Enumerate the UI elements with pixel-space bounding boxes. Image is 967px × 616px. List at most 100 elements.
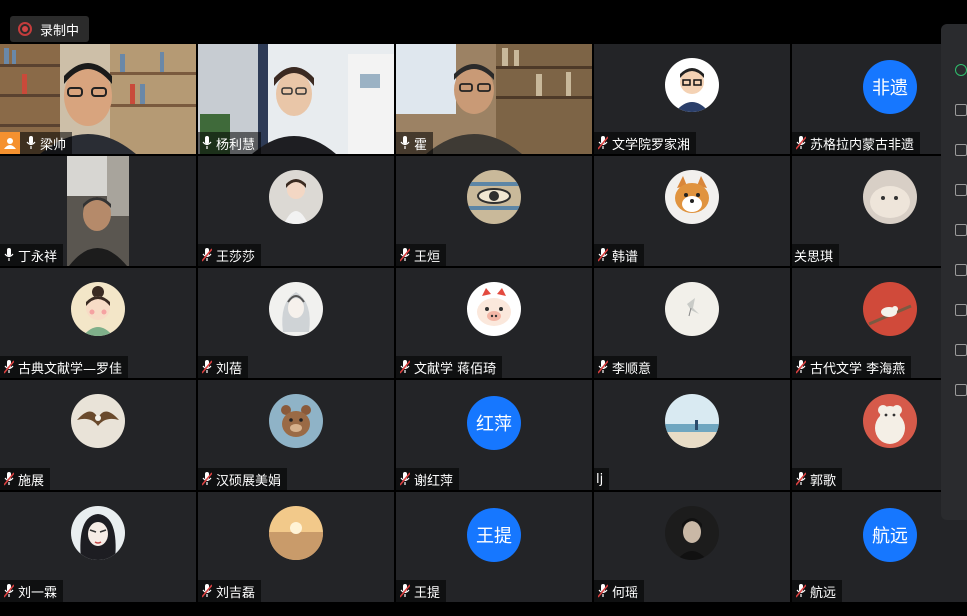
ink-portrait-avatar	[269, 282, 323, 336]
participant-name: 郭歌	[810, 473, 837, 489]
nameplate: 何瑶	[594, 580, 645, 602]
cartoon-pig-avatar	[467, 282, 521, 336]
participant-tile[interactable]: 刘蓓	[198, 268, 394, 378]
participants-icon[interactable]	[955, 104, 967, 116]
mic-muted-icon	[594, 580, 612, 602]
participant-tile[interactable]: 文献学 蒋佰琦	[396, 268, 592, 378]
recording-icon	[18, 22, 32, 36]
menu-icon[interactable]	[955, 384, 967, 396]
participant-name: 丁永祥	[18, 249, 58, 265]
mic-muted-icon	[594, 356, 612, 378]
nameplate: 韩谱	[594, 244, 645, 266]
mic-muted-icon	[792, 356, 810, 378]
nameplate: 郭歌	[792, 468, 843, 490]
nameplate: 李顺意	[594, 356, 658, 378]
text-avatar: 王提	[467, 508, 521, 562]
nameplate: 苏格拉内蒙古非遗	[792, 132, 921, 154]
mic-icon	[0, 244, 18, 266]
mic-muted-icon	[198, 468, 216, 490]
anime-girl-avatar	[71, 506, 125, 560]
participant-tile[interactable]: 韩谱	[594, 156, 790, 266]
participant-name: 汉硕展美娟	[216, 473, 282, 489]
participant-tile[interactable]: 王烜	[396, 156, 592, 266]
mic-muted-icon	[396, 580, 414, 602]
chat-icon[interactable]	[955, 64, 967, 76]
files-icon[interactable]	[955, 184, 967, 196]
participant-name: 关思琪	[794, 249, 834, 265]
nameplate: 王提	[396, 580, 447, 602]
apps-icon[interactable]	[955, 144, 967, 156]
participant-tile[interactable]: 李顺意	[594, 268, 790, 378]
mic-muted-icon	[594, 132, 612, 154]
mic-muted-icon	[396, 468, 414, 490]
participant-tile[interactable]: 刘一霖	[0, 492, 196, 602]
nameplate: 文学院罗家湘	[594, 132, 697, 154]
mic-muted-icon	[198, 244, 216, 266]
dark-portrait-avatar	[665, 506, 719, 560]
participant-name: 刘一霖	[18, 585, 58, 601]
more-icon[interactable]	[955, 264, 967, 276]
cartoon-bear-avatar	[269, 394, 323, 448]
participant-name: 韩谱	[612, 249, 639, 265]
mic-muted-icon	[396, 356, 414, 378]
nameplate: 施展	[0, 468, 51, 490]
participant-name: 古代文学 李海燕	[810, 361, 906, 377]
participant-name: 杨利慧	[216, 137, 256, 153]
participant-name: 王提	[414, 585, 441, 601]
participant-tile[interactable]: 王提 王提	[396, 492, 592, 602]
nameplate: 霍	[396, 132, 434, 154]
participant-tile[interactable]: 杨利慧	[198, 44, 394, 154]
nameplate: 谢红萍	[396, 468, 460, 490]
mic-muted-icon	[594, 244, 612, 266]
mic-muted-icon	[792, 580, 810, 602]
beach-scene-avatar	[665, 394, 719, 448]
nameplate: 航远	[792, 580, 843, 602]
nameplate: 关思琪	[792, 244, 840, 266]
emoji-icon[interactable]	[955, 304, 967, 316]
mic-icon	[22, 132, 40, 154]
cartoon-man-glasses-avatar	[665, 58, 719, 112]
participant-tile[interactable]: 王莎莎	[198, 156, 394, 266]
participant-tile[interactable]: 汉硕展美娟	[198, 380, 394, 490]
nameplate: 文献学 蒋佰琦	[396, 356, 503, 378]
participant-tile[interactable]: 古典文献学—罗佳	[0, 268, 196, 378]
sunset-sea-avatar	[269, 506, 323, 560]
participant-tile[interactable]: 何瑶	[594, 492, 790, 602]
bear-illustration-avatar	[863, 394, 917, 448]
text-avatar: 红萍	[467, 396, 521, 450]
settings-icon[interactable]	[955, 224, 967, 236]
participant-tile[interactable]: 梁帅	[0, 44, 196, 154]
participant-tile[interactable]: 霍	[396, 44, 592, 154]
participant-name: 霍	[414, 137, 428, 153]
participant-name: 苏格拉内蒙古非遗	[810, 137, 915, 153]
text-avatar: 航远	[863, 508, 917, 562]
participant-name: 何瑶	[612, 585, 639, 601]
participant-name: 施展	[18, 473, 45, 489]
recording-indicator[interactable]: 录制中	[10, 16, 90, 42]
nameplate: 刘吉磊	[198, 580, 262, 602]
nameplate: 杨利慧	[198, 132, 262, 154]
nameplate: 汉硕展美娟	[198, 468, 288, 490]
bird-on-branch-avatar	[863, 282, 917, 336]
participant-tile[interactable]: lj	[594, 380, 790, 490]
text-avatar: 非遗	[863, 60, 917, 114]
nameplate: 古代文学 李海燕	[792, 356, 912, 378]
eye-painting-avatar	[467, 170, 521, 224]
mic-muted-icon	[0, 580, 18, 602]
participant-tile[interactable]: 施展	[0, 380, 196, 490]
participant-tile[interactable]: 丁永祥	[0, 156, 196, 266]
mic-icon	[396, 132, 414, 154]
nameplate: 王莎莎	[198, 244, 262, 266]
participant-tile[interactable]: 文学院罗家湘	[594, 44, 790, 154]
document-icon[interactable]	[955, 344, 967, 356]
mic-muted-icon	[396, 244, 414, 266]
participant-name: 文献学 蒋佰琦	[414, 361, 497, 377]
participant-tile[interactable]: 红萍谢红萍	[396, 380, 592, 490]
participant-name: lj	[596, 471, 604, 487]
participant-tile[interactable]: 刘吉磊	[198, 492, 394, 602]
mic-icon	[198, 132, 216, 154]
participant-name: 王莎莎	[216, 249, 256, 265]
participant-name: 谢红萍	[414, 473, 454, 489]
mic-muted-icon	[792, 468, 810, 490]
host-icon	[0, 132, 20, 154]
